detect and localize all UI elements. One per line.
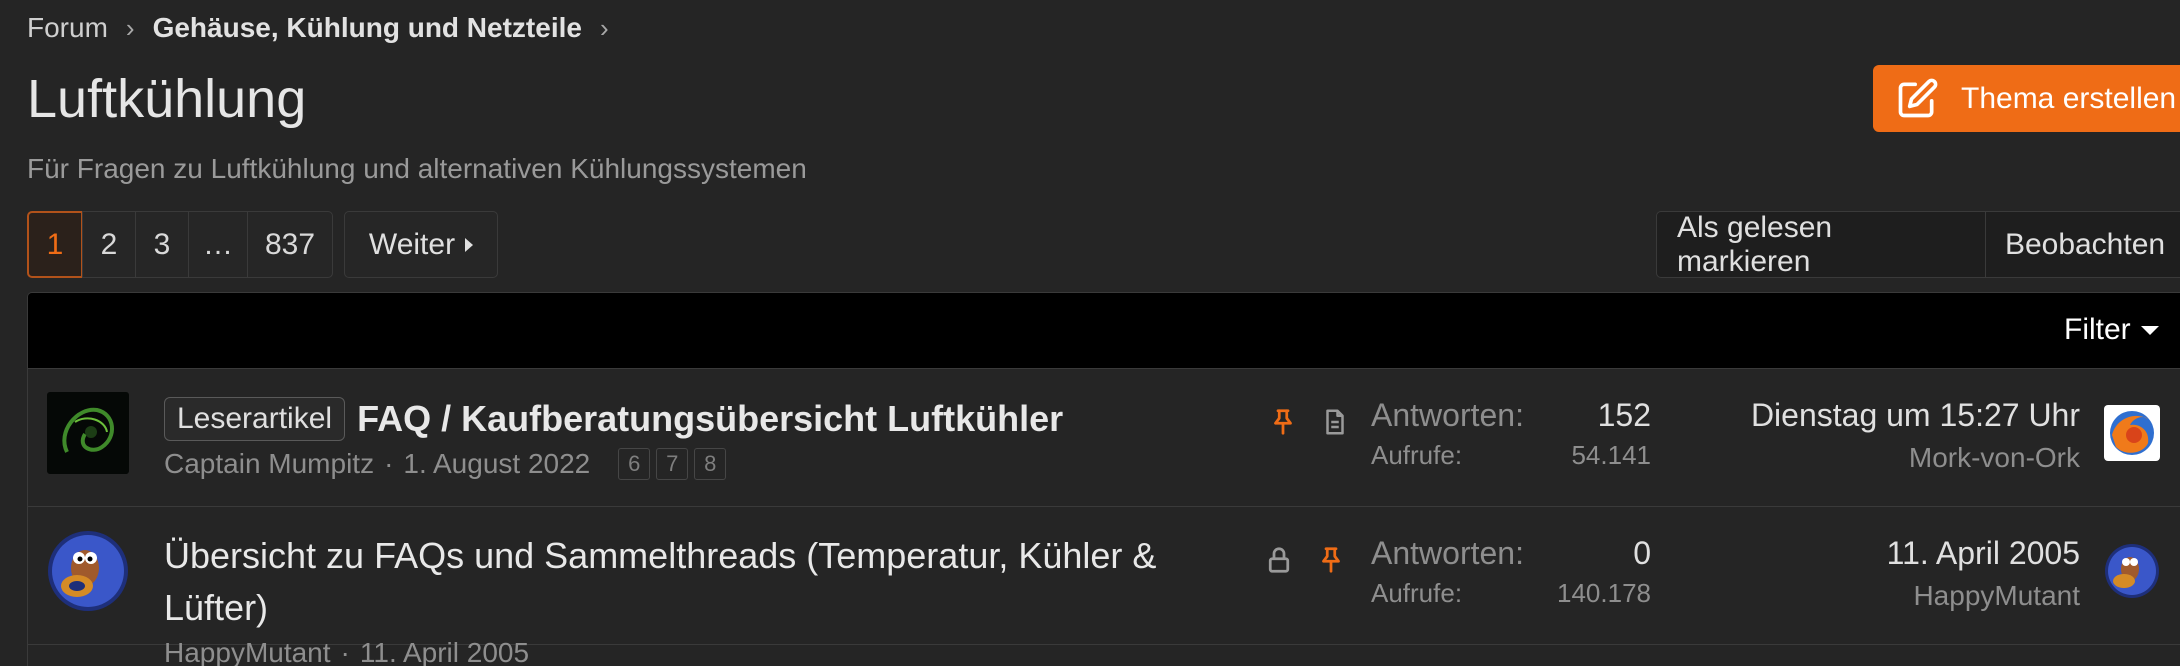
latest-post-user[interactable]: Mork-von-Ork	[1751, 442, 2080, 474]
filter-button[interactable]: Filter	[2064, 313, 2159, 347]
avatar[interactable]	[2104, 543, 2160, 599]
meta-separator: ·	[384, 448, 394, 479]
page-link-1[interactable]: 1	[27, 211, 83, 278]
thread-author[interactable]: HappyMutant	[164, 637, 331, 666]
watch-button[interactable]: Beobachten	[1985, 211, 2180, 278]
thread-date[interactable]: 1. August 2022	[403, 448, 590, 480]
create-thread-button[interactable]: Thema erstellen	[1873, 65, 2180, 132]
thread-page-link[interactable]: 8	[694, 448, 727, 480]
views-count: 140.178	[1557, 578, 1651, 608]
pin-icon	[1274, 409, 1292, 435]
edit-icon	[1898, 78, 1938, 117]
forum-page: Forum › Gehäuse, Kühlung und Netzteile ›…	[0, 0, 2180, 666]
thread-author[interactable]: Captain Mumpitz	[164, 448, 374, 480]
caret-right-icon	[465, 237, 474, 252]
latest-post-date[interactable]: 11. April 2005	[1887, 535, 2080, 572]
page-title: Luftkühlung	[27, 69, 307, 129]
chevron-right-icon: ›	[125, 12, 135, 43]
thread-stats: Antworten: 152 Aufrufe: 54.141	[1371, 397, 1651, 471]
thread-row[interactable]: Leserartikel FAQ / Kaufberatungsübersich…	[28, 369, 2180, 507]
create-thread-label: Thema erstellen	[1961, 81, 2177, 115]
document-icon	[1326, 409, 1344, 435]
mark-read-button[interactable]: Als gelesen markieren	[1656, 211, 1986, 278]
pagination: 1 2 3 … 837	[27, 211, 333, 278]
meta-separator: ·	[340, 637, 350, 666]
thread-latest-post: Dienstag um 15:27 Uhr Mork-von-Ork	[1751, 397, 2080, 474]
thread-title[interactable]: FAQ / Kaufberatungsübersicht Luftkühler	[357, 398, 1063, 440]
latest-post-user[interactable]: HappyMutant	[1887, 580, 2080, 612]
thread-meta: Captain Mumpitz · 1. August 2022 6 7 8	[164, 448, 727, 480]
thread-title-line-2[interactable]: Lüfter)	[164, 587, 268, 629]
page-ellipsis[interactable]: …	[188, 211, 248, 278]
breadcrumb: Forum › Gehäuse, Kühlung und Netzteile ›	[27, 12, 609, 44]
chevron-right-icon: ›	[599, 12, 609, 43]
breadcrumb-forum[interactable]: Forum	[27, 12, 108, 44]
thread-prefix-badge[interactable]: Leserartikel	[164, 397, 346, 441]
avatar[interactable]	[47, 530, 129, 612]
breadcrumb-category[interactable]: Gehäuse, Kühlung und Netzteile	[153, 12, 582, 44]
views-label: Aufrufe:	[1371, 440, 1463, 470]
thread-page-link[interactable]: 7	[656, 448, 689, 480]
replies-count: 0	[1633, 535, 1651, 571]
thread-row[interactable]: Übersicht zu FAQs und Sammelthreads (Tem…	[28, 507, 2180, 666]
thread-latest-post: 11. April 2005 HappyMutant	[1887, 535, 2080, 612]
page-link-3[interactable]: 3	[135, 211, 189, 278]
thread-title-line-1[interactable]: Übersicht zu FAQs und Sammelthreads (Tem…	[164, 535, 1156, 577]
replies-count: 152	[1597, 397, 1651, 433]
thread-status-icons	[1264, 545, 1346, 575]
thread-title-line: Übersicht zu FAQs und Sammelthreads (Tem…	[164, 535, 1156, 577]
caret-down-icon	[2140, 325, 2159, 335]
filter-bar: Filter	[28, 293, 2180, 369]
avatar[interactable]	[47, 392, 129, 474]
thread-list: Filter Leserartikel FAQ / Kaufberatungsü…	[27, 292, 2180, 666]
thread-stats: Antworten: 0 Aufrufe: 140.178	[1371, 535, 1651, 609]
thread-meta: HappyMutant · 11. April 2005	[164, 637, 529, 666]
thread-page-links: 6 7 8	[618, 448, 727, 480]
page-link-last[interactable]: 837	[247, 211, 333, 278]
page-description: Für Fragen zu Luftkühlung und alternativ…	[27, 153, 807, 184]
views-label: Aufrufe:	[1371, 578, 1463, 608]
pin-icon	[1322, 547, 1340, 573]
thread-page-link[interactable]: 6	[618, 448, 651, 480]
thread-title-line: Leserartikel FAQ / Kaufberatungsübersich…	[164, 397, 1063, 441]
avatar[interactable]	[2104, 405, 2160, 461]
thread-status-icons	[1268, 407, 1350, 437]
replies-label: Antworten:	[1371, 397, 1524, 433]
next-page-label: Weiter	[368, 227, 456, 261]
next-page-button[interactable]: Weiter	[344, 211, 498, 278]
views-count: 54.141	[1571, 440, 1651, 470]
lock-icon	[1268, 547, 1290, 573]
replies-label: Antworten:	[1371, 535, 1524, 571]
thread-title-line: Lüfter)	[164, 587, 268, 629]
filter-label: Filter	[2064, 313, 2131, 346]
thread-date[interactable]: 11. April 2005	[360, 637, 529, 666]
latest-post-date[interactable]: Dienstag um 15:27 Uhr	[1751, 397, 2080, 434]
page-link-2[interactable]: 2	[82, 211, 136, 278]
forum-actions: Als gelesen markieren Beobachten	[1656, 211, 2180, 278]
